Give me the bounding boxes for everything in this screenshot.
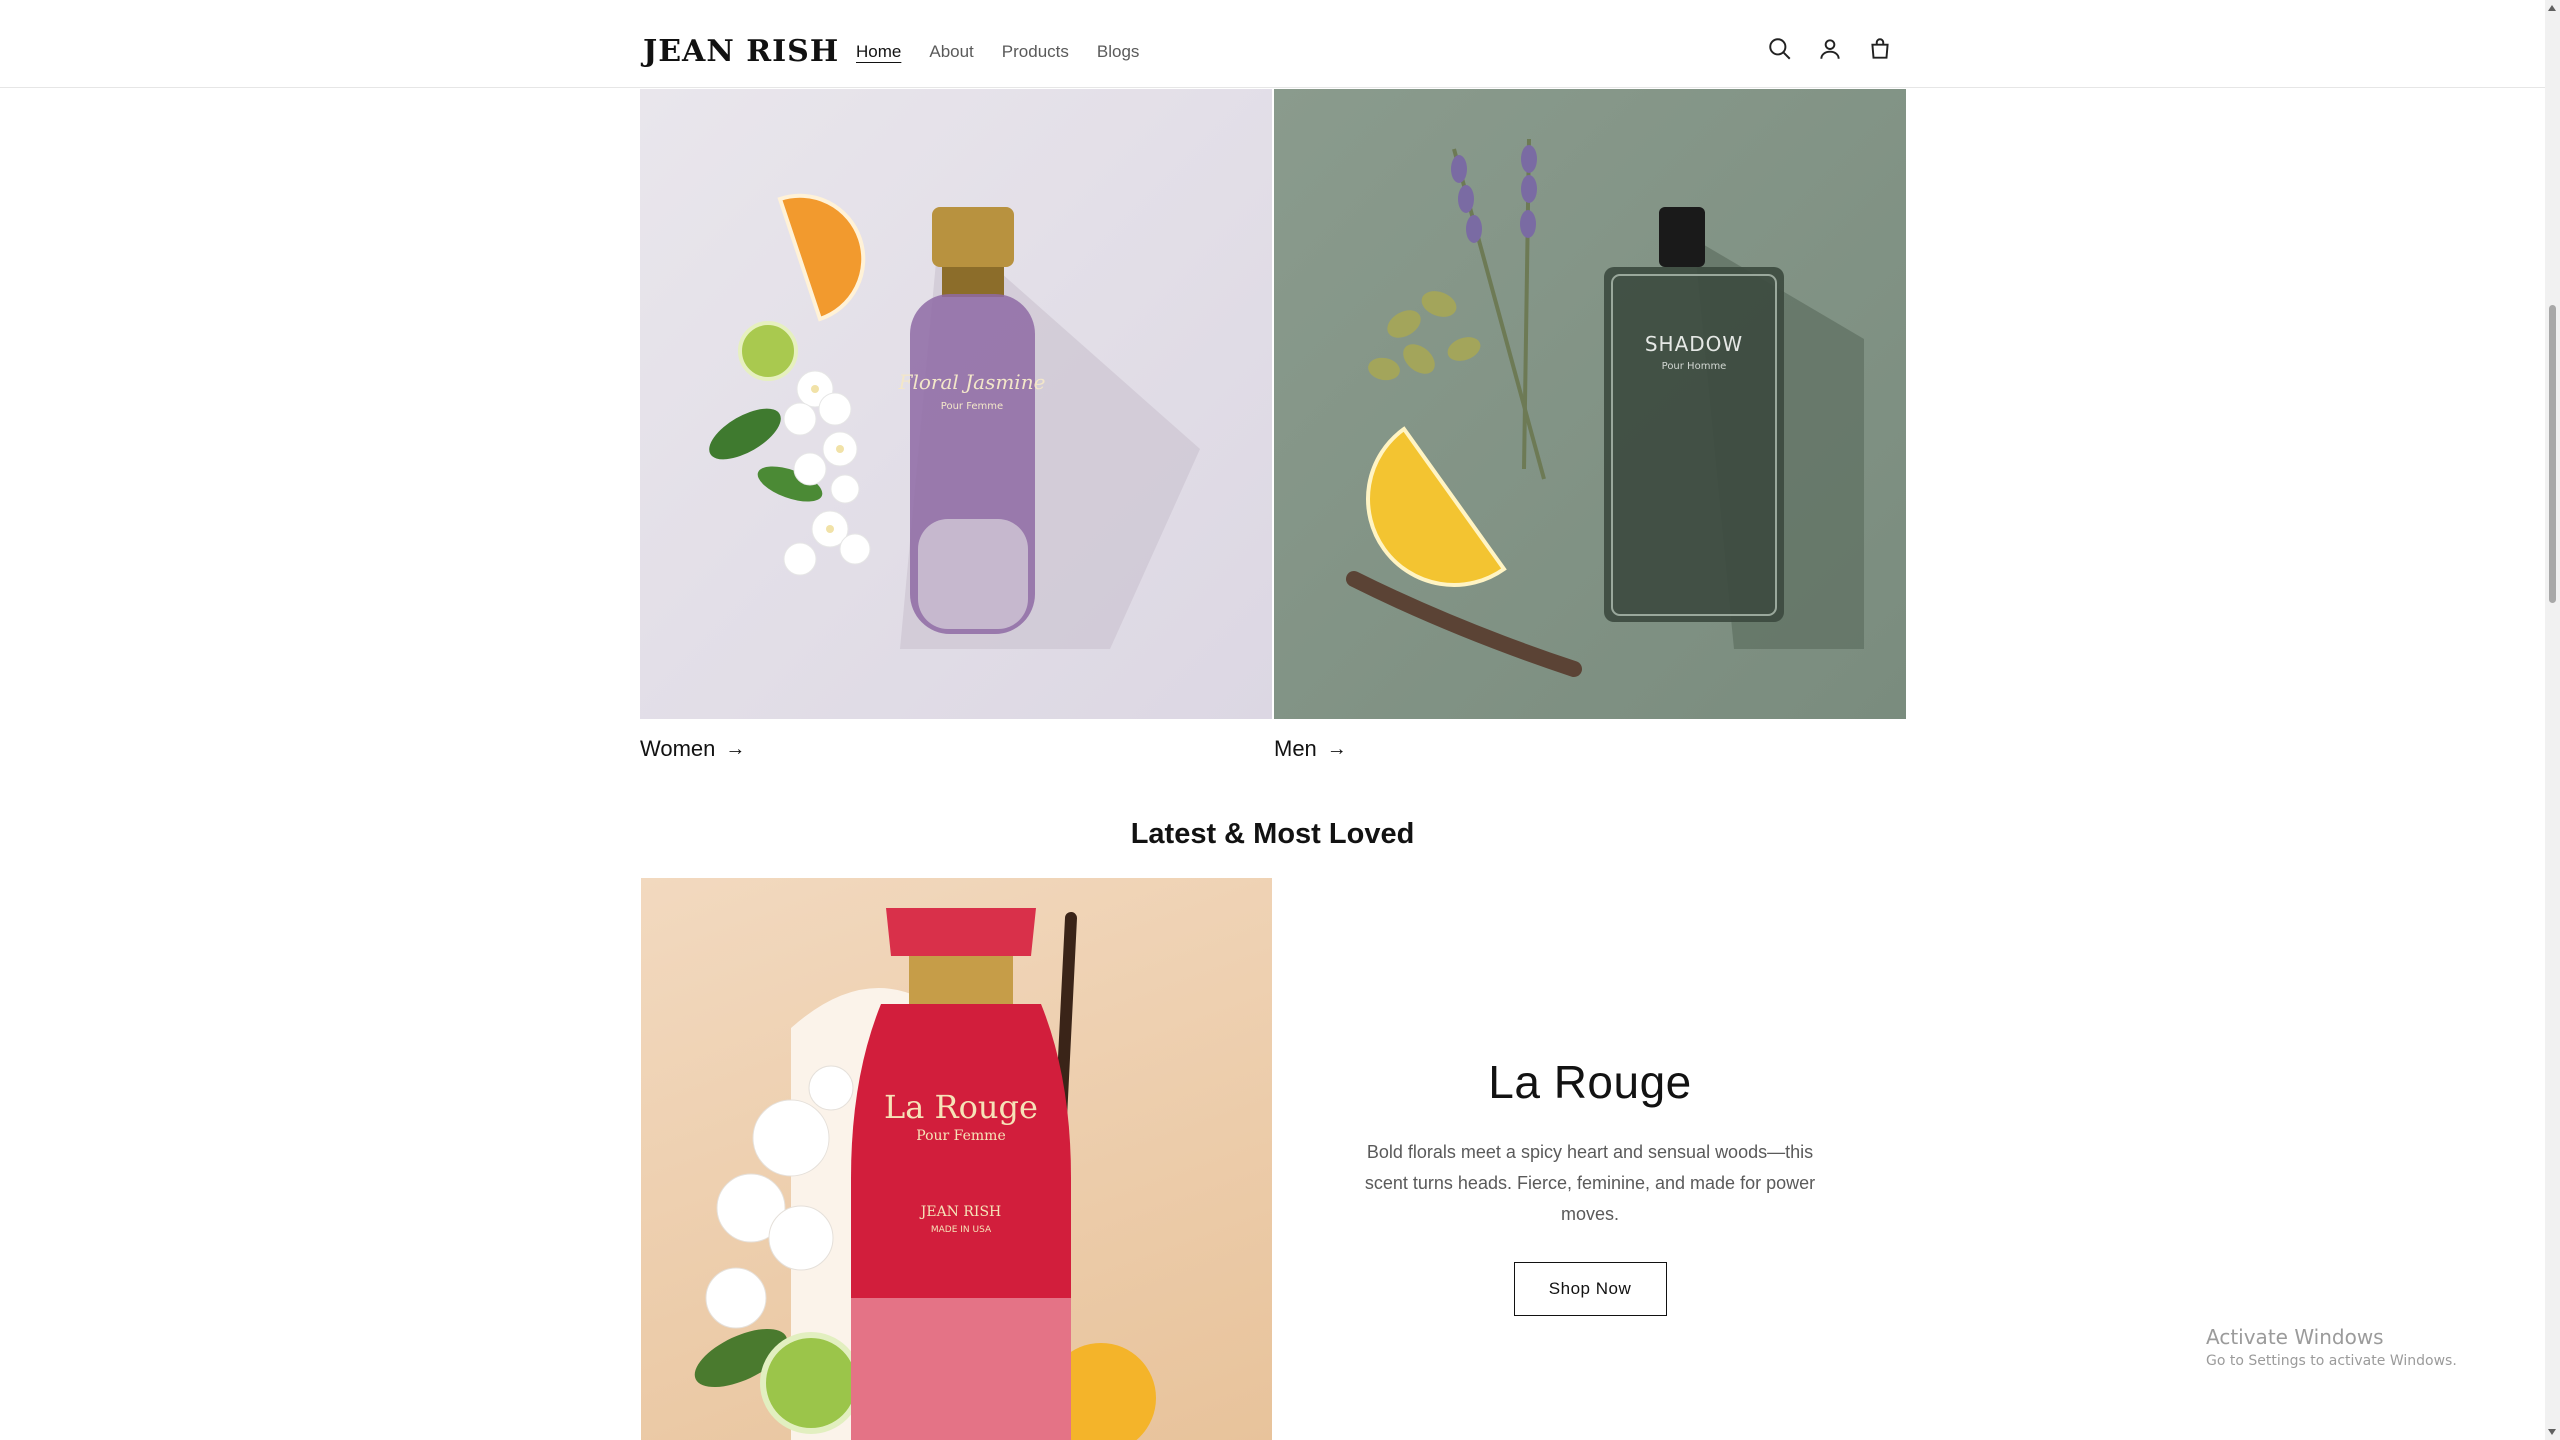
nav-home[interactable]: Home: [856, 42, 901, 62]
brand-logo[interactable]: JEAN RISH: [643, 34, 839, 69]
shop-now-button[interactable]: Shop Now: [1513, 1262, 1667, 1316]
men-category-image[interactable]: SHADOW Pour Homme: [1274, 89, 1906, 719]
watermark-title: Activate Windows: [2206, 1325, 2384, 1349]
nav-blogs[interactable]: Blogs: [1097, 42, 1140, 62]
scroll-down-icon[interactable]: [2548, 1429, 2556, 1435]
site-header: JEAN RISH Home About Products Blogs: [0, 0, 2545, 88]
men-link-label: Men: [1274, 736, 1317, 761]
section-title: Latest & Most Loved: [1130, 818, 1415, 850]
arrow-right-icon: →: [725, 737, 746, 760]
scroll-up-icon[interactable]: [2548, 5, 2556, 11]
page-scrollbar[interactable]: [2545, 0, 2560, 1440]
women-bottle-label: Floral Jasmine: [898, 370, 1046, 394]
la-rouge-bottle-label: La Rouge: [884, 1088, 1038, 1126]
featured-product-image[interactable]: La Rouge Pour Femme JEAN RISH MADE IN US…: [641, 878, 1272, 1440]
featured-product-info: La Rouge Bold florals meet a spicy heart…: [1274, 1055, 1906, 1316]
men-bottle-label: SHADOW: [1645, 332, 1743, 356]
la-rouge-bottle-origin: MADE IN USA: [931, 1225, 992, 1235]
search-icon[interactable]: [1767, 36, 1793, 62]
featured-product-title: La Rouge: [1488, 1056, 1692, 1108]
watermark-subtitle: Go to Settings to activate Windows.: [2206, 1353, 2457, 1369]
women-category-link[interactable]: Women →: [640, 736, 745, 762]
women-link-label: Women: [640, 736, 716, 761]
nav-products[interactable]: Products: [1002, 42, 1069, 62]
men-bottle-sub: Pour Homme: [1662, 361, 1727, 372]
featured-product-description: Bold florals meet a spicy heart and sens…: [1364, 1142, 1816, 1224]
account-icon[interactable]: [1817, 36, 1843, 62]
women-category-image[interactable]: Floral Jasmine Pour Femme: [640, 89, 1272, 719]
cart-icon[interactable]: [1867, 36, 1893, 62]
nav-about[interactable]: About: [929, 42, 973, 62]
women-bottle-sub: Pour Femme: [941, 401, 1003, 412]
activate-windows-watermark: Activate Windows Go to Settings to activ…: [2206, 1325, 2457, 1369]
la-rouge-bottle-sub: Pour Femme: [916, 1128, 1006, 1144]
header-actions: [1767, 36, 1893, 62]
la-rouge-illustration: La Rouge Pour Femme JEAN RISH MADE IN US…: [694, 908, 1156, 1440]
women-perfume-illustration: Floral Jasmine Pour Femme: [709, 193, 1200, 649]
la-rouge-bottle-brand: JEAN RISH: [919, 1204, 1002, 1220]
arrow-right-icon: →: [1326, 737, 1347, 760]
scrollbar-thumb[interactable]: [2549, 305, 2556, 603]
men-perfume-illustration: SHADOW Pour Homme: [1346, 138, 1864, 677]
men-category-link[interactable]: Men →: [1274, 736, 1347, 762]
main-nav: Home About Products Blogs: [856, 42, 1139, 62]
